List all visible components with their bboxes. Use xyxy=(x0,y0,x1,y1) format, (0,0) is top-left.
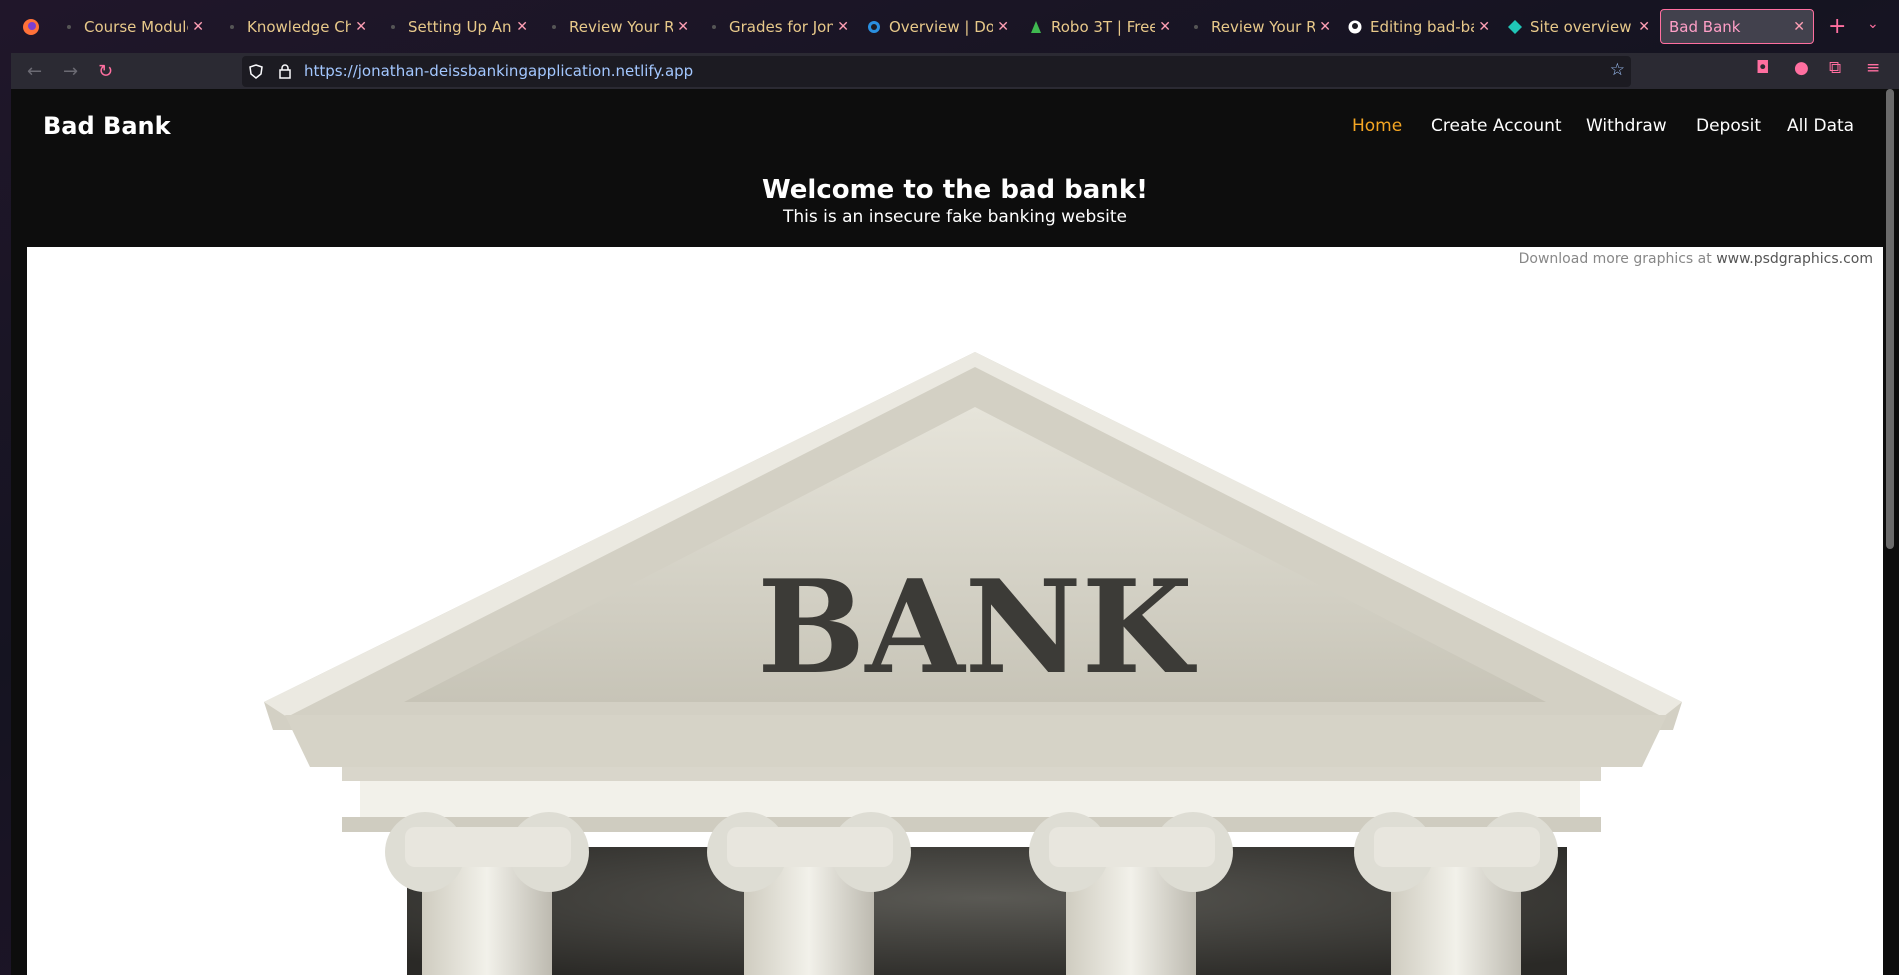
tab-review-2[interactable]: Review Your RE ✕ xyxy=(1189,9,1331,44)
nav-all-data[interactable]: All Data xyxy=(1787,116,1854,136)
close-tab-icon[interactable]: ✕ xyxy=(837,19,849,35)
tab-bar: Course Modules✕ Knowledge Che✕ Setting U… xyxy=(0,0,1899,53)
page-scrollbar[interactable] xyxy=(1886,89,1894,549)
tab-icon xyxy=(386,20,400,34)
forward-icon[interactable]: → xyxy=(63,61,78,82)
tab-title: Grades for Jona xyxy=(729,17,834,36)
docs-icon xyxy=(867,20,881,34)
back-icon[interactable]: ← xyxy=(27,61,42,82)
close-tab-icon[interactable]: ✕ xyxy=(677,19,689,35)
tab-icon xyxy=(225,20,239,34)
pocket-icon[interactable]: ◘ xyxy=(1756,58,1769,78)
tab-title: Setting Up An E xyxy=(408,17,512,36)
bank-sign: BANK xyxy=(757,553,1198,703)
tab-title: Overview | Doc xyxy=(889,17,994,36)
close-tab-icon[interactable]: ✕ xyxy=(192,19,204,35)
close-tab-icon[interactable]: ✕ xyxy=(355,19,367,35)
menu-icon[interactable]: ≡ xyxy=(1866,58,1880,78)
tab-icon xyxy=(1189,20,1203,34)
nav-deposit[interactable]: Deposit xyxy=(1696,116,1761,136)
page-subtitle: This is an insecure fake banking website xyxy=(782,207,1128,227)
account-icon[interactable]: ● xyxy=(1794,58,1809,78)
nav-create-account[interactable]: Create Account xyxy=(1431,116,1562,136)
tab-course-modules[interactable]: Course Modules✕ xyxy=(62,9,204,44)
netlify-icon xyxy=(1508,19,1522,34)
tab-icon xyxy=(62,20,76,34)
shield-icon[interactable] xyxy=(249,64,263,79)
close-tab-icon[interactable]: ✕ xyxy=(1638,19,1650,35)
firefox-icon[interactable] xyxy=(22,18,40,36)
nav-withdraw[interactable]: Withdraw xyxy=(1586,116,1667,136)
bank-image: Download more graphics at www.psdgraphic… xyxy=(27,247,1883,975)
tab-icon xyxy=(707,20,721,34)
tab-title: Bad Bank xyxy=(1669,17,1741,36)
brand-logo[interactable]: Bad Bank xyxy=(43,112,171,140)
tab-overview-docs[interactable]: Overview | Doc ✕ xyxy=(867,9,1009,44)
extensions-icon[interactable]: ⧉ xyxy=(1829,58,1841,78)
image-credit: Download more graphics at www.psdgraphic… xyxy=(1519,251,1873,267)
close-tab-icon[interactable]: ✕ xyxy=(1159,19,1171,35)
tab-icon xyxy=(547,20,561,34)
close-tab-icon[interactable]: ✕ xyxy=(1793,19,1805,35)
web-page: Bad Bank Home Create Account Withdraw De… xyxy=(11,89,1899,975)
nav-home[interactable]: Home xyxy=(1352,116,1402,136)
tab-bad-bank[interactable]: Bad Bank ✕ xyxy=(1660,9,1814,44)
new-tab-icon[interactable]: + xyxy=(1828,14,1846,39)
tab-title: Review Your RE xyxy=(569,17,674,36)
credit-site: www.psdgraphics.com xyxy=(1716,251,1873,267)
close-tab-icon[interactable]: ✕ xyxy=(1319,19,1331,35)
tab-title: Robo 3T | Free, xyxy=(1051,17,1156,36)
page-title: Welcome to the bad bank! xyxy=(762,175,1148,205)
tab-title: Knowledge Che xyxy=(247,17,352,36)
tab-knowledge-check[interactable]: Knowledge Che✕ xyxy=(225,9,367,44)
github-icon xyxy=(1348,20,1362,34)
reload-icon[interactable]: ↻ xyxy=(98,61,113,82)
lock-icon[interactable] xyxy=(279,64,291,79)
tab-title: Course Modules xyxy=(84,17,188,36)
url-bar[interactable]: https://jonathan-deissbankingapplication… xyxy=(242,56,1631,87)
tab-list-chevron-icon[interactable]: ⌄ xyxy=(1867,16,1879,32)
tab-title: Editing bad-ban xyxy=(1370,17,1474,36)
tab-review-1[interactable]: Review Your RE ✕ xyxy=(547,9,689,44)
tab-robo3t[interactable]: Robo 3T | Free, ✕ xyxy=(1029,9,1171,44)
tab-title: Review Your RE xyxy=(1211,17,1316,36)
tab-netlify-site-overview[interactable]: Site overview | ✕ xyxy=(1508,9,1650,44)
close-tab-icon[interactable]: ✕ xyxy=(516,19,528,35)
bank-building-illustration: BANK xyxy=(264,352,1682,975)
close-tab-icon[interactable]: ✕ xyxy=(997,19,1009,35)
url-text: https://jonathan-deissbankingapplication… xyxy=(304,62,694,80)
robo3t-icon xyxy=(1029,20,1043,34)
credit-prefix: Download more graphics at xyxy=(1518,251,1712,267)
tab-title: Site overview | xyxy=(1530,17,1635,36)
tab-grades[interactable]: Grades for Jona✕ xyxy=(707,9,849,44)
close-tab-icon[interactable]: ✕ xyxy=(1478,19,1490,35)
tab-setting-up[interactable]: Setting Up An E✕ xyxy=(386,9,528,44)
tab-github-editing[interactable]: Editing bad-ban✕ xyxy=(1348,9,1490,44)
bookmark-star-icon[interactable]: ☆ xyxy=(1610,60,1625,80)
